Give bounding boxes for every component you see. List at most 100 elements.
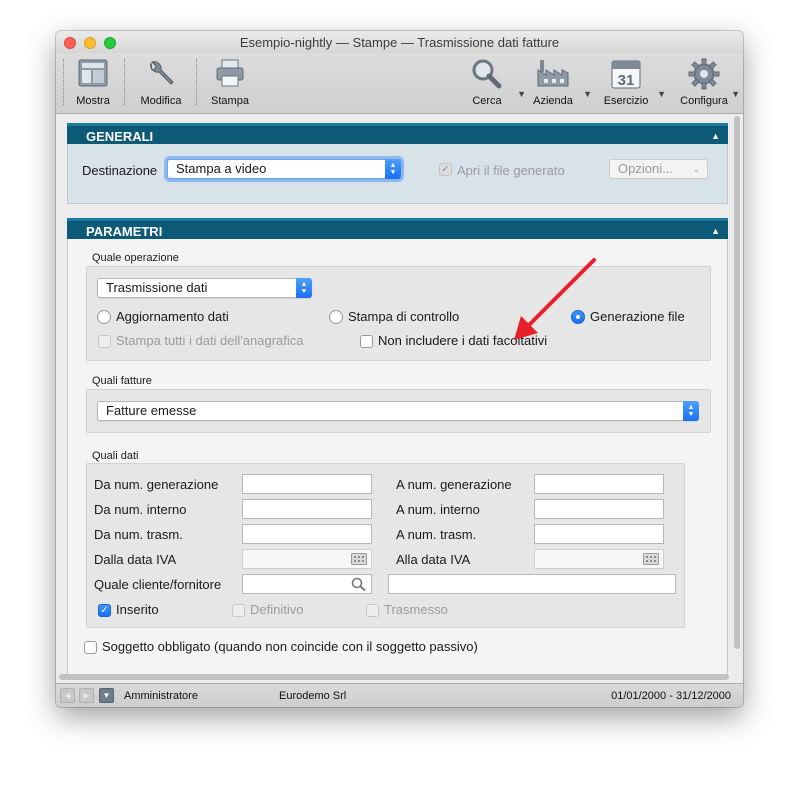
search-icon[interactable] [351,577,367,594]
back-arrow-icon[interactable]: ◀ [60,688,75,703]
esercizio-button[interactable]: 31 Esercizio ▼ [600,53,666,113]
factory-icon [536,58,570,91]
fatture-popup[interactable]: Fatture emesse ▲ ▼ [97,401,699,421]
definitivo-checkbox[interactable] [232,604,245,617]
dropdown-arrow-icon[interactable]: ▼ [657,89,666,99]
a-num-generazione-label: A num. generazione [396,477,512,492]
apri-file-checkbox[interactable]: ✓ [439,163,452,176]
list-view-icon [77,58,109,91]
status-bar: ◀ ▶ ▼ Amministratore Eurodemo Srl 01/01/… [56,683,743,707]
non-includere-label: Non includere i dati facoltativi [378,333,548,348]
forward-arrow-icon[interactable]: ▶ [79,688,94,703]
stepper-arrows-icon: ▲ ▼ [683,401,699,421]
app-window: Esempio-nightly — Stampe — Trasmissione … [56,31,743,707]
stampa-controllo-radio[interactable] [329,310,343,324]
cliente-code-field[interactable] [242,574,372,594]
dropdown-arrow-icon[interactable]: ▼ [583,89,592,99]
stampa-tutti-label: Stampa tutti i dati dell'anagrafica [116,333,304,348]
toolbar-separator [63,59,64,105]
toolbar: Mostra Modifica Stampa Cerca ▼ Azienda ▼… [56,53,743,114]
esercizio-label: Esercizio [603,95,649,107]
generali-section: Destinazione Stampa a video ▲ ▼ ✓ Apri il… [67,144,728,204]
quale-cliente-label: Quale cliente/fornitore [94,577,222,592]
definitivo-label: Definitivo [250,602,304,617]
status-company: Eurodemo Srl [279,690,347,702]
alla-data-iva-label: Alla data IVA [396,552,471,567]
wrench-icon [145,58,177,93]
a-num-interno-label: A num. interno [396,502,480,517]
a-num-interno-field[interactable] [534,499,664,519]
a-num-trasm-field[interactable] [534,524,664,544]
vertical-scroll-thumb[interactable] [734,116,740,649]
generazione-file-label: Generazione file [590,309,685,324]
printer-icon [214,58,246,91]
operazione-popup[interactable]: Trasmissione dati ▲ ▼ [97,278,312,298]
cerca-label: Cerca [472,95,502,107]
cerca-button[interactable]: Cerca ▼ [462,53,526,113]
keyboard-calendar-icon[interactable] [351,552,367,569]
opzioni-button[interactable]: Opzioni... ⌄ [609,159,708,179]
parametri-section-header[interactable]: PARAMETRI ▲ [67,218,728,239]
horizontal-scroll-thumb[interactable] [59,674,729,680]
calendar-icon: 31 [610,58,642,93]
mostra-label: Mostra [76,95,110,107]
soggetto-obbligato-checkbox[interactable] [84,641,97,654]
quali-dati-title: Quali dati [92,450,139,462]
inserito-label: Inserito [116,602,159,617]
non-includere-checkbox[interactable] [360,335,373,348]
parametri-section: Quale operazione Trasmissione dati ▲ ▼ Ag… [67,239,728,675]
mostra-button[interactable]: Mostra [68,53,118,113]
configura-label: Configura [680,95,728,107]
generali-section-header[interactable]: GENERALI ▲ [67,123,728,144]
da-num-generazione-label: Da num. generazione [94,477,219,492]
configura-button[interactable]: Configura ▼ [676,53,740,113]
quali-fatture-title: Quali fatture [92,375,152,387]
down-arrow-icon[interactable]: ▼ [99,688,114,703]
toolbar-separator [196,59,197,105]
search-icon [471,58,503,93]
destinazione-label: Destinazione [82,163,158,178]
close-window-button[interactable] [64,37,76,49]
gear-icon [688,58,720,93]
a-num-trasm-label: A num. trasm. [396,527,477,542]
chevron-down-icon: ⌄ [692,164,700,174]
da-num-interno-label: Da num. interno [94,502,187,517]
quale-operazione-title: Quale operazione [92,252,179,264]
generazione-file-radio[interactable] [571,310,585,324]
apri-file-label: Apri il file generato [457,163,565,178]
dropdown-arrow-icon[interactable]: ▼ [517,89,526,99]
soggetto-obbligato-label: Soggetto obbligato (quando non coincide … [102,639,478,654]
title-bar: Esempio-nightly — Stampe — Trasmissione … [56,31,743,53]
da-num-trasm-field[interactable] [242,524,372,544]
stampa-tutti-checkbox[interactable] [98,335,111,348]
azienda-button[interactable]: Azienda ▼ [528,53,592,113]
status-user: Amministratore [124,690,198,702]
vertical-scrollbar[interactable] [732,114,741,677]
dalla-data-iva-field[interactable] [242,549,372,569]
da-num-interno-field[interactable] [242,499,372,519]
aggiornamento-dati-radio[interactable] [97,310,111,324]
inserito-checkbox[interactable]: ✓ [98,604,111,617]
destinazione-popup[interactable]: Stampa a video ▲ ▼ [167,159,401,179]
form-content: GENERALI ▲ Destinazione Stampa a video ▲… [57,114,742,683]
a-num-generazione-field[interactable] [534,474,664,494]
aggiornamento-dati-label: Aggiornamento dati [116,309,229,324]
stepper-arrows-icon: ▲ ▼ [296,278,312,298]
keyboard-calendar-icon[interactable] [643,552,659,569]
dropdown-arrow-icon[interactable]: ▼ [731,89,740,99]
da-num-generazione-field[interactable] [242,474,372,494]
window-title: Esempio-nightly — Stampe — Trasmissione … [239,35,560,50]
da-num-trasm-label: Da num. trasm. [94,527,183,542]
minimize-window-button[interactable] [84,37,96,49]
zoom-window-button[interactable] [104,37,116,49]
alla-data-iva-field[interactable] [534,549,664,569]
horizontal-scrollbar[interactable] [59,673,729,681]
cliente-name-field[interactable] [388,574,676,594]
status-period: 01/01/2000 - 31/12/2000 [611,690,731,702]
svg-text:31: 31 [618,72,635,89]
trasmesso-checkbox[interactable] [366,604,379,617]
modifica-button[interactable]: Modifica [134,53,188,113]
quale-operazione-group: Trasmissione dati ▲ ▼ Aggiornamento dati … [86,266,711,361]
stepper-arrows-icon: ▲ ▼ [385,159,401,179]
stampa-button[interactable]: Stampa [204,53,256,113]
